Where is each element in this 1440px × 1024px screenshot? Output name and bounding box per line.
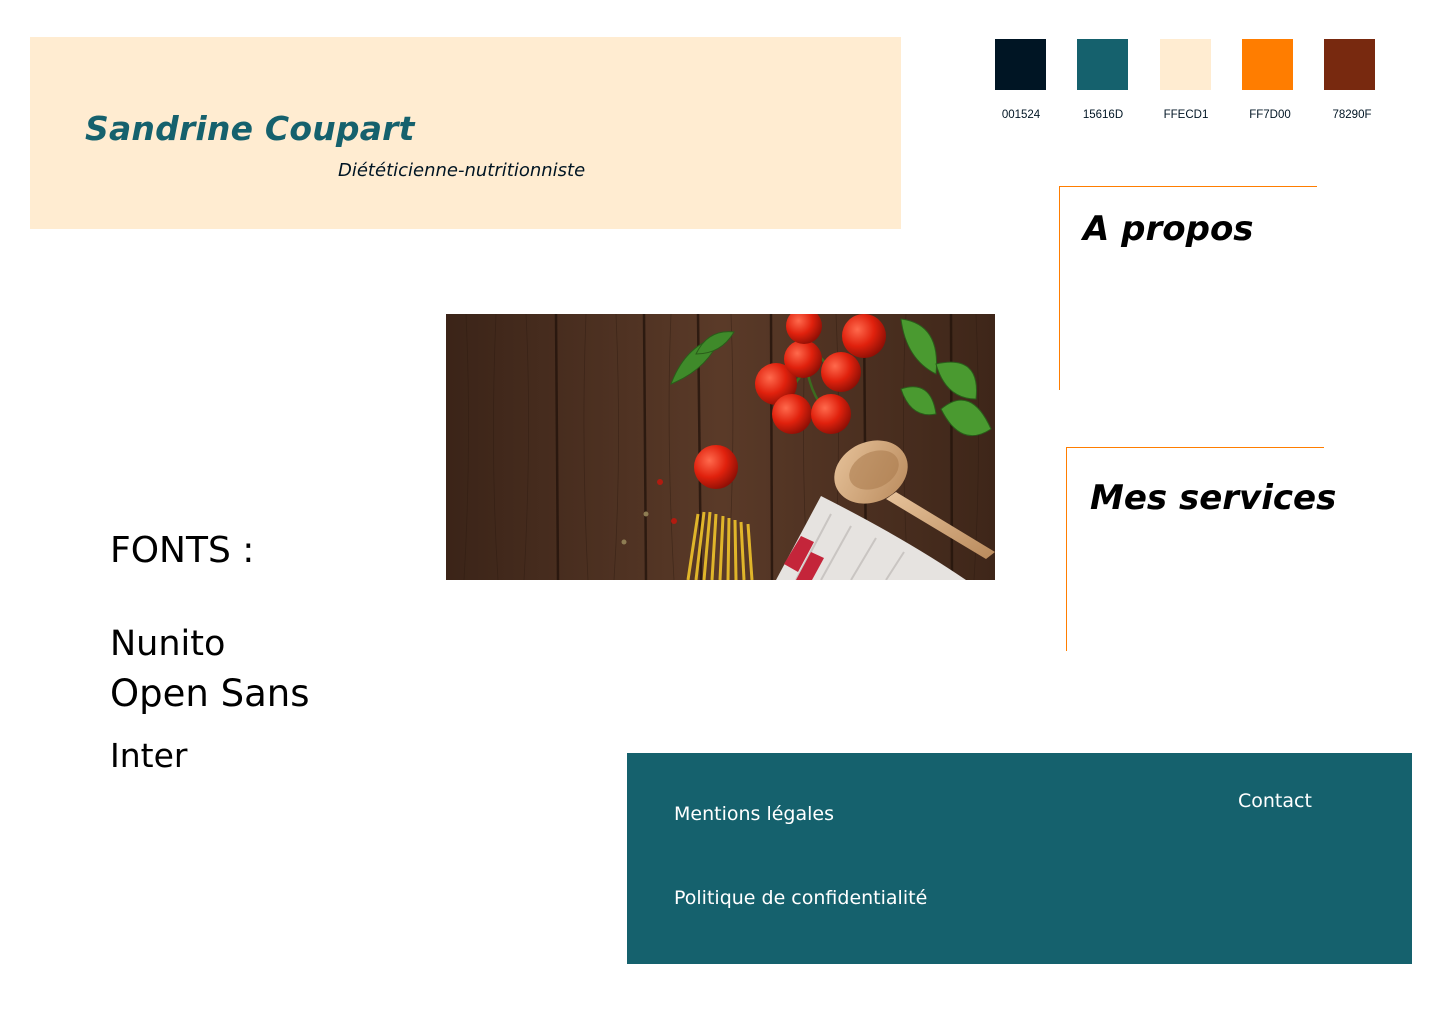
footer: Mentions légales Politique de confidenti… xyxy=(627,753,1412,964)
services-section: Mes services xyxy=(1066,447,1336,651)
swatch-ffecd1 xyxy=(1160,39,1211,90)
services-title: Mes services xyxy=(1090,478,1337,518)
legal-link[interactable]: Mentions légales xyxy=(674,803,834,825)
swatch-ff7d00 xyxy=(1242,39,1293,90)
brand-tagline: Diététicienne-nutritionniste xyxy=(338,160,586,181)
swatch-code: 15616D xyxy=(1082,109,1124,121)
swatch-code: FFECD1 xyxy=(1163,109,1209,121)
header-banner: Sandrine Coupart Diététicienne-nutrition… xyxy=(30,37,901,229)
privacy-link[interactable]: Politique de confidentialité xyxy=(674,887,927,909)
swatch-code: 78290F xyxy=(1332,109,1372,121)
brand-name[interactable]: Sandrine Coupart xyxy=(85,109,415,148)
contact-link[interactable]: Contact xyxy=(1238,790,1312,812)
food-ingredients-photo xyxy=(446,314,995,580)
font-name-open-sans: Open Sans xyxy=(110,672,310,715)
about-section: A propos xyxy=(1059,186,1317,390)
swatch-15616d xyxy=(1077,39,1128,90)
font-name-inter: Inter xyxy=(110,736,188,775)
swatch-78290f xyxy=(1324,39,1375,90)
swatch-code: 001524 xyxy=(1001,109,1041,121)
about-title: A propos xyxy=(1083,209,1254,249)
font-name-nunito: Nunito xyxy=(110,624,226,664)
fonts-heading: FONTS : xyxy=(110,530,255,571)
color-palette: 001524 15616D FFECD1 FF7D00 78290F xyxy=(995,39,1380,129)
swatch-001524 xyxy=(995,39,1046,90)
swatch-code: FF7D00 xyxy=(1249,109,1291,121)
